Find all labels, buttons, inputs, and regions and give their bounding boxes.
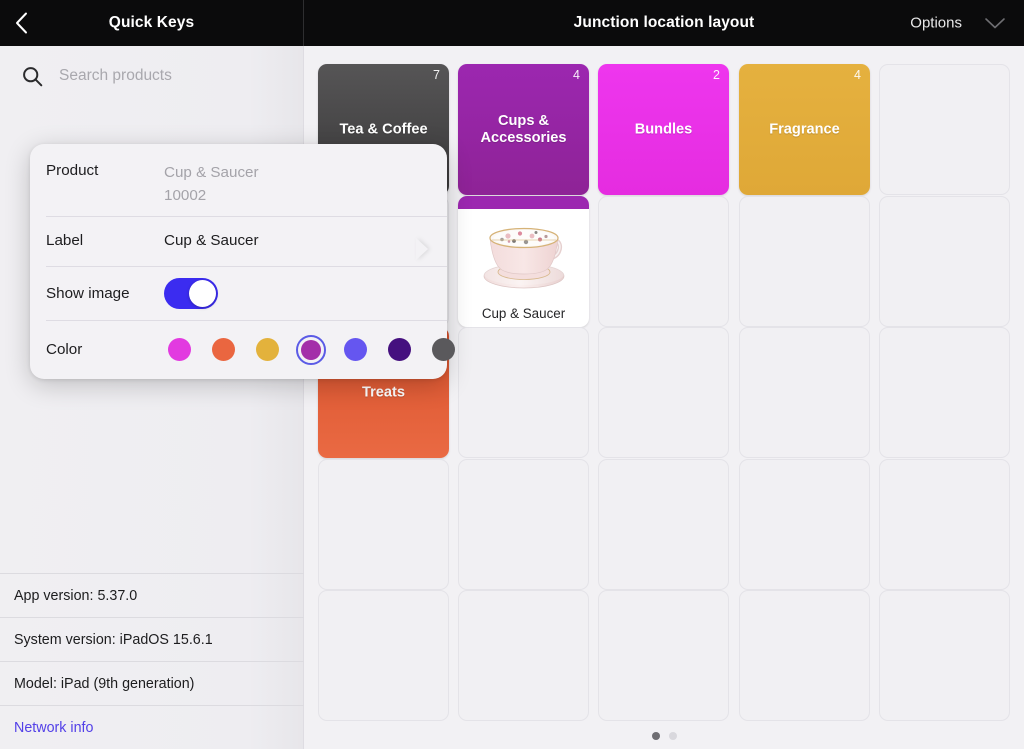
grid-tile-empty[interactable] — [318, 590, 449, 721]
product-settings-popover: Product Cup & Saucer 10002 Label Cup & S… — [30, 144, 447, 379]
tile-count-badge: 2 — [713, 68, 720, 82]
page-dots — [305, 732, 1024, 740]
panel-title: Quick Keys — [0, 14, 303, 32]
color-swatch-fill — [256, 338, 279, 361]
chevron-left-icon — [15, 12, 28, 34]
popover-row-color: Color — [30, 320, 447, 379]
grid-tile-empty[interactable] — [879, 64, 1010, 195]
tile-label: Bundles — [604, 121, 723, 138]
popover-row-product: Product Cup & Saucer 10002 — [30, 144, 447, 216]
tile-label: Fragrance — [745, 121, 864, 138]
network-info-link[interactable]: Network info — [0, 705, 304, 749]
color-swatch-0[interactable] — [164, 335, 194, 365]
color-swatch-fill — [344, 338, 367, 361]
search-input[interactable]: Search products — [0, 46, 304, 106]
product-value-group: Cup & Saucer 10002 — [164, 162, 259, 208]
grid-tile-product[interactable]: Cup & Saucer — [458, 196, 589, 327]
color-swatch-3[interactable] — [296, 335, 326, 365]
grid-tile-empty[interactable] — [458, 459, 589, 590]
top-bar-left-section: Quick Keys — [0, 0, 304, 46]
color-swatch-list — [164, 335, 458, 365]
grid-tile-empty[interactable] — [458, 327, 589, 458]
color-swatch-6[interactable] — [428, 335, 458, 365]
search-icon — [22, 66, 43, 87]
page-dot-1[interactable] — [652, 732, 660, 740]
grid-tile-empty[interactable] — [598, 459, 729, 590]
sidebar-info-list: App version: 5.37.0 System version: iPad… — [0, 573, 304, 749]
color-swatch-5[interactable] — [384, 335, 414, 365]
tile-label: Cups & Accessories — [464, 112, 583, 146]
grid-tile-empty[interactable] — [739, 196, 870, 327]
color-swatch-fill — [301, 340, 321, 360]
popover-row-label[interactable]: Label Cup & Saucer — [30, 216, 447, 266]
grid-tile-category[interactable]: 2 Bundles — [598, 64, 729, 195]
grid-tile-empty[interactable] — [458, 590, 589, 721]
toggle-knob — [189, 280, 216, 307]
color-swatch-2[interactable] — [252, 335, 282, 365]
color-swatch-1[interactable] — [208, 335, 238, 365]
label-text-field[interactable]: Cup & Saucer — [164, 216, 259, 266]
grid-tile-empty[interactable] — [598, 590, 729, 721]
color-swatch-fill — [168, 338, 191, 361]
grid-tile-empty[interactable] — [739, 590, 870, 721]
color-swatch-fill — [432, 338, 455, 361]
product-thumbnail — [458, 209, 589, 301]
grid-tile-category[interactable]: 4 Fragrance — [739, 64, 870, 195]
product-code-value: 10002 — [164, 185, 259, 208]
top-bar: Quick Keys Junction location layout Opti… — [0, 0, 1024, 46]
search-placeholder: Search products — [59, 67, 172, 85]
top-bar-right-section: Junction location layout Options — [304, 0, 1024, 46]
color-swatch-4[interactable] — [340, 335, 370, 365]
app-root: Quick Keys Junction location layout Opti… — [0, 0, 1024, 749]
product-tile-stripe — [458, 196, 589, 209]
grid-tile-empty[interactable] — [318, 459, 449, 590]
grid-tile-empty[interactable] — [739, 459, 870, 590]
grid-tile-category[interactable]: 4 Cups & Accessories — [458, 64, 589, 195]
back-button[interactable] — [9, 11, 33, 35]
grid-tile-empty[interactable] — [879, 196, 1010, 327]
info-row-app-version: App version: 5.37.0 — [0, 573, 304, 617]
grid-tile-empty[interactable] — [739, 327, 870, 458]
color-swatch-fill — [212, 338, 235, 361]
info-row-system-version: System version: iPadOS 15.6.1 — [0, 617, 304, 661]
tile-label: Treats — [324, 384, 443, 401]
grid-tile-empty[interactable] — [879, 327, 1010, 458]
page-dot-2[interactable] — [669, 732, 677, 740]
product-name-value: Cup & Saucer — [164, 162, 259, 185]
color-swatch-fill — [388, 338, 411, 361]
info-row-model: Model: iPad (9th generation) — [0, 661, 304, 705]
grid-tile-empty[interactable] — [879, 459, 1010, 590]
tile-count-badge: 4 — [573, 68, 580, 82]
chevron-down-icon — [984, 16, 1006, 30]
show-image-toggle[interactable] — [164, 278, 218, 309]
show-image-key-label: Show image — [46, 285, 164, 302]
tile-count-badge: 4 — [854, 68, 861, 82]
label-key-label: Label — [46, 216, 164, 266]
tile-label: Tea & Coffee — [324, 121, 443, 138]
product-tile-label: Cup & Saucer — [461, 306, 586, 321]
product-key-label: Product — [46, 162, 164, 179]
grid-tile-empty[interactable] — [879, 590, 1010, 721]
grid-tile-empty[interactable] — [598, 327, 729, 458]
popover-arrow — [416, 238, 428, 260]
options-button[interactable]: Options — [910, 15, 1006, 32]
tile-count-badge: 7 — [433, 68, 440, 82]
grid-tile-empty[interactable] — [598, 196, 729, 327]
color-key-label: Color — [46, 341, 164, 358]
options-label: Options — [910, 15, 962, 32]
popover-row-show-image: Show image — [30, 266, 447, 320]
